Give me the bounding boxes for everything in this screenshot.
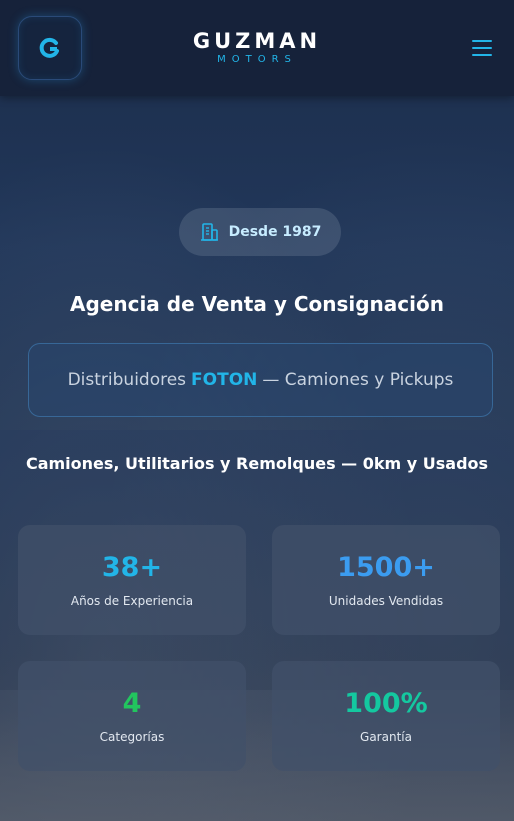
hero-headline: Agencia de Venta y Consignación [70, 292, 444, 316]
brand-subtitle: MOTORS [217, 54, 297, 65]
stat-card-units-sold: 1500+ Unidades Vendidas [272, 525, 500, 635]
stat-value: 4 [122, 688, 142, 719]
stat-value: 1500+ [337, 552, 435, 583]
since-badge-label: Desde 1987 [228, 224, 322, 240]
stat-value: 38+ [101, 552, 163, 583]
hero-section: Desde 1987 Agencia de Venta y Consignaci… [0, 96, 514, 821]
site-header: GUZMAN MOTORS [0, 0, 514, 96]
distributor-brand: FOTON [191, 370, 258, 390]
stat-value: 100% [344, 688, 428, 719]
stat-card-warranty: 100% Garantía [272, 661, 500, 771]
distributor-prefix: Distribuidores [67, 370, 187, 390]
brand-name: GUZMAN [192, 29, 322, 53]
hero-tagline: Camiones, Utilitarios y Remolques — 0km … [25, 454, 489, 473]
stat-label: Garantía [360, 730, 412, 744]
distributor-suffix: — Camiones y Pickups [262, 370, 454, 390]
stat-label: Categorías [99, 730, 165, 744]
building-icon [200, 223, 218, 241]
hamburger-icon[interactable] [472, 40, 492, 56]
brand-logo[interactable]: GUZMAN MOTORS [0, 30, 514, 66]
since-badge: Desde 1987 [179, 208, 341, 256]
stat-card-categories: 4 Categorías [18, 661, 246, 771]
stat-card-experience: 38+ Años de Experiencia [18, 525, 246, 635]
stat-label: Años de Experiencia [70, 594, 194, 608]
distributor-box: Distribuidores FOTON — Camiones y Pickup… [28, 343, 493, 417]
stat-label: Unidades Vendidas [328, 594, 444, 608]
